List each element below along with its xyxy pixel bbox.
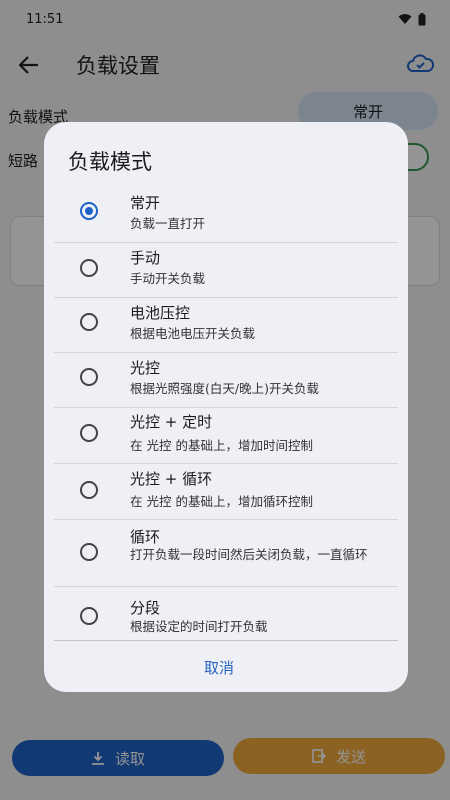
option-desc: 在 光控 的基础上，增加循环控制 bbox=[130, 494, 313, 509]
option-manual[interactable]: 手动 手动开关负载 bbox=[54, 243, 398, 298]
option-title: 分段 bbox=[130, 599, 161, 617]
option-title: 手动 bbox=[130, 249, 161, 267]
load-mode-dialog: 负载模式 常开 负载一直打开 手动 手动开关负载 电池压控 根据电池电压开关负载… bbox=[44, 122, 408, 692]
option-desc: 根据电池电压开关负载 bbox=[130, 326, 256, 341]
option-desc: 根据光照强度(白天/晚上)开关负载 bbox=[130, 381, 319, 396]
option-desc: 打开负载一段时间然后关闭负载，一直循环 bbox=[130, 547, 368, 562]
option-cycle[interactable]: 循环 打开负载一段时间然后关闭负载，一直循环 bbox=[54, 520, 398, 587]
option-battery-voltage[interactable]: 电池压控 根据电池电压开关负载 bbox=[54, 298, 398, 353]
option-title: 光控 + 循环 bbox=[130, 470, 213, 488]
option-desc: 负载一直打开 bbox=[130, 216, 206, 231]
option-desc: 在 光控 的基础上，增加时间控制 bbox=[130, 438, 313, 453]
radio-cycle[interactable] bbox=[80, 543, 98, 561]
radio-manual[interactable] bbox=[80, 259, 98, 277]
option-segmented[interactable]: 分段 根据设定的时间打开负载 bbox=[54, 587, 398, 640]
option-title: 常开 bbox=[130, 194, 161, 212]
option-desc: 根据设定的时间打开负载 bbox=[130, 619, 268, 634]
cancel-button[interactable]: 取消 bbox=[204, 657, 234, 678]
radio-light-timer[interactable] bbox=[80, 424, 98, 442]
radio-light-cycle[interactable] bbox=[80, 481, 98, 499]
radio-battery-voltage[interactable] bbox=[80, 313, 98, 331]
option-light-cycle[interactable]: 光控 + 循环 在 光控 的基础上，增加循环控制 bbox=[54, 464, 398, 520]
dialog-title: 负载模式 bbox=[68, 150, 152, 174]
option-title: 光控 bbox=[130, 359, 161, 377]
radio-light-control[interactable] bbox=[80, 368, 98, 386]
option-title: 光控 + 定时 bbox=[130, 413, 213, 431]
option-desc: 手动开关负载 bbox=[130, 271, 206, 286]
radio-segmented[interactable] bbox=[80, 607, 98, 625]
option-title: 电池压控 bbox=[130, 304, 191, 322]
dialog-divider bbox=[54, 640, 398, 641]
option-always-on[interactable]: 常开 负载一直打开 bbox=[54, 188, 398, 243]
option-light-control[interactable]: 光控 根据光照强度(白天/晚上)开关负载 bbox=[54, 353, 398, 408]
radio-always-on[interactable] bbox=[80, 202, 98, 220]
option-title: 循环 bbox=[130, 528, 161, 546]
option-light-timer[interactable]: 光控 + 定时 在 光控 的基础上，增加时间控制 bbox=[54, 408, 398, 464]
